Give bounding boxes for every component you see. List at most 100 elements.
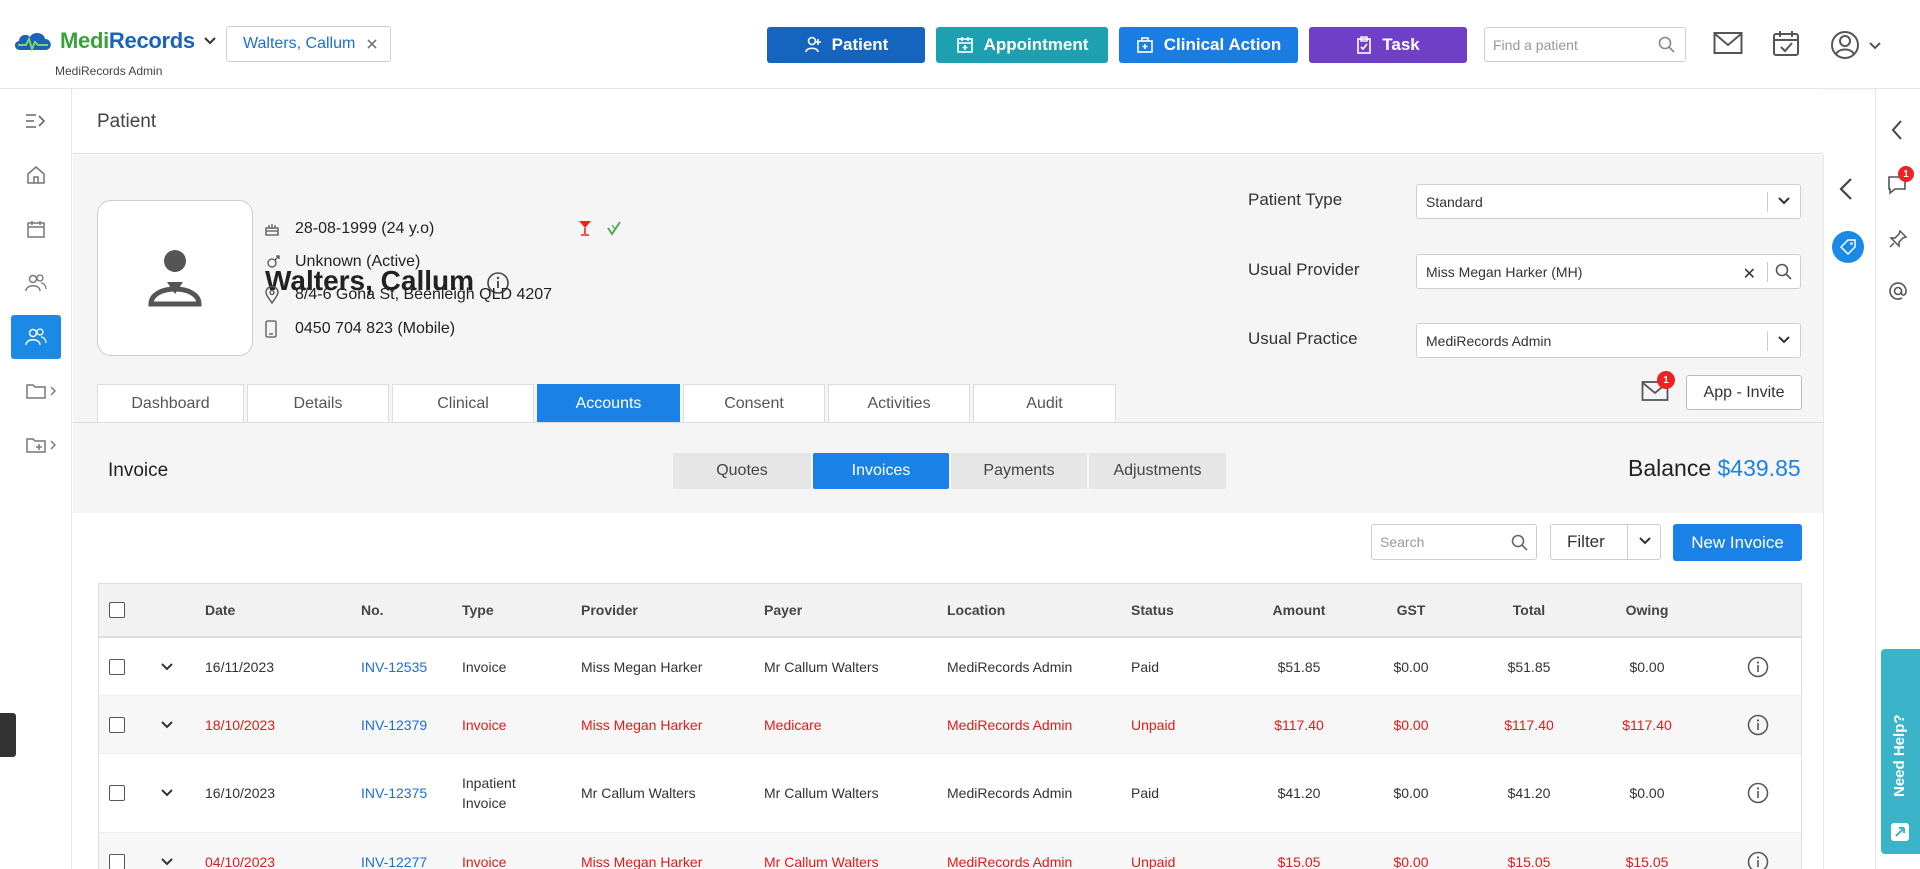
cell-owing: $0.00 xyxy=(1629,658,1665,675)
select-all-checkbox[interactable] xyxy=(109,602,125,618)
tab-clinical[interactable]: Clinical xyxy=(392,384,534,422)
sidebar-item-add-folder[interactable] xyxy=(11,423,61,467)
search-icon[interactable] xyxy=(1658,36,1675,53)
table-row[interactable]: 18/10/2023 INV-12379 Invoice Miss Megan … xyxy=(99,696,1801,754)
tab-audit[interactable]: Audit xyxy=(973,384,1116,422)
row-checkbox[interactable] xyxy=(109,853,125,869)
chevron-down-icon[interactable] xyxy=(161,789,173,797)
usual-provider-label: Usual Provider xyxy=(1248,260,1360,279)
tab-dashboard[interactable]: Dashboard xyxy=(97,384,244,422)
need-help-tab[interactable]: Need Help? xyxy=(1881,649,1920,854)
cell-gst: $0.00 xyxy=(1393,716,1429,733)
pin-icon[interactable] xyxy=(1888,229,1908,249)
clear-icon[interactable]: ✕ xyxy=(1743,264,1756,284)
expand-sidebar-button[interactable] xyxy=(11,99,61,143)
open-patient-chip[interactable]: Walters, Callum xyxy=(226,26,391,62)
sidebar-item-folders[interactable] xyxy=(11,369,61,413)
column-header-provider[interactable]: Provider xyxy=(581,584,638,636)
info-icon[interactable] xyxy=(1747,656,1769,678)
cell-type: Invoice xyxy=(462,658,507,675)
table-row[interactable]: 16/11/2023 INV-12535 Invoice Miss Megan … xyxy=(99,638,1801,696)
close-icon[interactable] xyxy=(366,38,378,50)
column-header-payer[interactable]: Payer xyxy=(764,584,802,636)
messages-button[interactable]: 1 xyxy=(1641,371,1675,402)
column-header-location[interactable]: Location xyxy=(947,584,1005,636)
chevron-down-icon[interactable] xyxy=(161,662,173,671)
floating-widget-tab[interactable] xyxy=(0,713,16,757)
tag-button[interactable] xyxy=(1832,231,1864,263)
sidebar-item-calendar[interactable] xyxy=(11,207,61,251)
tab-activities[interactable]: Activities xyxy=(828,384,970,422)
segment-payments[interactable]: Payments xyxy=(951,453,1087,489)
app-invite-button[interactable]: App - Invite xyxy=(1686,375,1802,410)
segment-quotes[interactable]: Quotes xyxy=(673,453,811,489)
sidebar-item-patients[interactable] xyxy=(11,315,61,359)
column-header-total[interactable]: Total xyxy=(1489,584,1569,636)
invoice-number-link[interactable]: INV-12535 xyxy=(361,638,427,695)
invoice-number-link[interactable]: INV-12375 xyxy=(361,754,427,832)
chevron-down-icon[interactable] xyxy=(161,720,173,729)
sidebar-item-staff[interactable] xyxy=(11,261,61,305)
column-header-gst[interactable]: GST xyxy=(1381,584,1441,636)
segment-invoices[interactable]: Invoices xyxy=(813,453,949,489)
row-checkbox[interactable] xyxy=(109,658,125,675)
info-icon[interactable] xyxy=(1747,782,1769,804)
new-appointment-button[interactable]: Appointment xyxy=(936,27,1108,63)
segment-adjustments[interactable]: Adjustments xyxy=(1089,453,1226,489)
cloud-logo-icon xyxy=(14,33,51,52)
table-row[interactable]: 16/10/2023 INV-12375 Inpatient Invoice M… xyxy=(99,754,1801,833)
info-icon[interactable] xyxy=(1747,851,1769,869)
tab-accounts[interactable]: Accounts xyxy=(537,384,680,422)
divider xyxy=(1767,331,1768,351)
chevron-down-icon[interactable] xyxy=(1778,336,1790,344)
chevron-down-icon[interactable] xyxy=(1868,41,1882,51)
find-patient-input[interactable]: Find a patient xyxy=(1484,27,1686,62)
mail-icon[interactable] xyxy=(1713,31,1743,55)
at-sign-icon[interactable] xyxy=(1888,281,1908,301)
patient-type-select[interactable]: Standard xyxy=(1416,184,1801,219)
patient-dob-row: 28-08-1999 (24 y.o) xyxy=(265,220,434,238)
column-header-date[interactable]: Date xyxy=(205,584,235,636)
usual-practice-select[interactable]: MediRecords Admin xyxy=(1416,323,1801,358)
column-header-no[interactable]: No. xyxy=(361,584,384,636)
chevron-left-icon[interactable] xyxy=(1838,177,1854,201)
table-row[interactable]: 04/10/2023 INV-12277 Invoice Miss Megan … xyxy=(99,833,1801,869)
column-header-status[interactable]: Status xyxy=(1131,584,1174,636)
alcohol-icon[interactable] xyxy=(578,220,592,236)
row-checkbox[interactable] xyxy=(109,785,125,801)
invoice-number-link[interactable]: INV-12379 xyxy=(361,696,427,753)
page-title: Patient xyxy=(97,111,157,132)
new-task-button[interactable]: Task xyxy=(1309,27,1467,63)
filter-button[interactable]: Filter xyxy=(1550,524,1661,560)
chevron-down-icon[interactable] xyxy=(1778,197,1790,205)
chevron-down-icon[interactable] xyxy=(1639,537,1651,545)
tab-consent[interactable]: Consent xyxy=(683,384,825,422)
column-header-type[interactable]: Type xyxy=(462,584,494,636)
chevron-down-icon[interactable] xyxy=(161,857,173,866)
chevron-left-icon[interactable] xyxy=(1890,119,1904,141)
medirecords-logo[interactable]: MediRecords xyxy=(12,28,217,54)
column-header-owing[interactable]: Owing xyxy=(1607,584,1687,636)
search-icon[interactable] xyxy=(1775,263,1792,280)
sidebar-item-home[interactable] xyxy=(11,153,61,197)
chat-button[interactable]: 1 xyxy=(1886,166,1914,196)
tab-details[interactable]: Details xyxy=(247,384,389,422)
row-expand-cell xyxy=(161,696,173,753)
invoice-number-link[interactable]: INV-12277 xyxy=(361,833,427,869)
search-icon[interactable] xyxy=(1511,534,1528,551)
usual-provider-lookup[interactable]: Miss Megan Harker (MH) ✕ xyxy=(1416,254,1801,289)
chevron-down-icon[interactable] xyxy=(203,36,217,46)
invoice-search-input[interactable]: Search xyxy=(1371,524,1537,560)
new-patient-button[interactable]: Patient xyxy=(767,27,925,63)
cell-type: Inpatient Invoice xyxy=(462,775,516,811)
new-invoice-button[interactable]: New Invoice xyxy=(1673,524,1802,561)
user-account-icon[interactable] xyxy=(1830,30,1860,60)
clinical-action-button[interactable]: Clinical Action xyxy=(1119,27,1298,63)
patient-avatar[interactable] xyxy=(97,200,253,356)
row-checkbox[interactable] xyxy=(109,716,125,733)
calendar-check-icon[interactable] xyxy=(1772,29,1800,57)
column-header-amount[interactable]: Amount xyxy=(1249,584,1349,636)
info-icon[interactable] xyxy=(1747,714,1769,736)
balance-display: Balance $439.85 xyxy=(1628,455,1801,482)
smoking-status-icon[interactable] xyxy=(606,220,622,236)
